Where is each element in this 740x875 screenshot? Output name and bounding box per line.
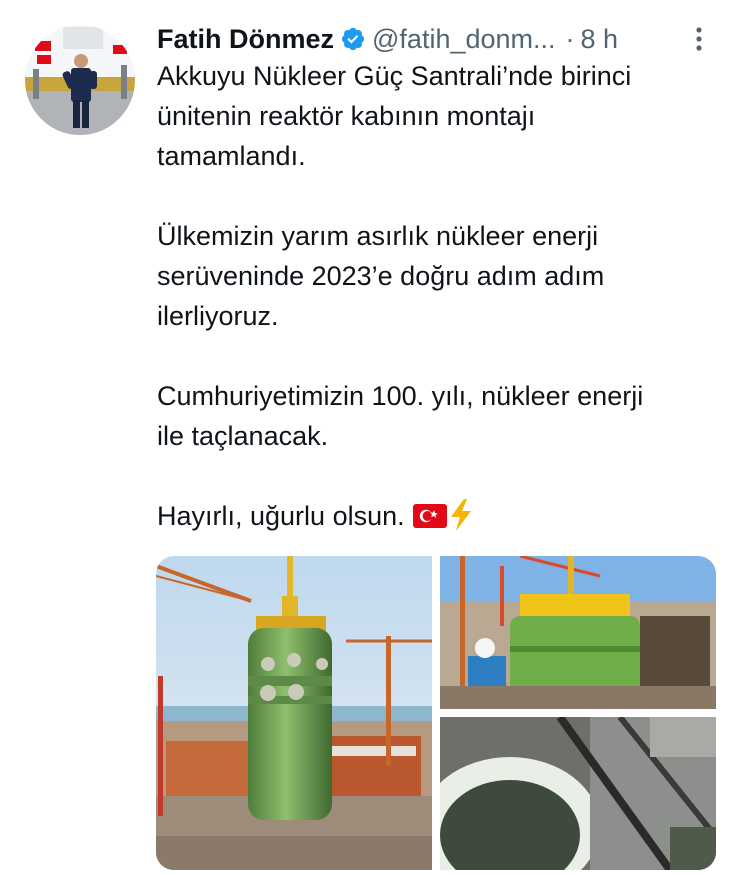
closing-text: Hayırlı, uğurlu olsun. xyxy=(157,501,405,531)
text-line: Cumhuriyetimizin 100. yılı, nükleer ener… xyxy=(157,381,644,411)
avatar[interactable] xyxy=(25,25,135,135)
header-separator: · xyxy=(565,24,575,54)
tweet-paragraph: Ülkemizin yarım asırlık nükleer enerji s… xyxy=(157,216,727,336)
display-name[interactable]: Fatih Dönmez xyxy=(157,22,334,56)
text-line: Akkuyu Nükleer Güç Santrali’nde birinci xyxy=(157,61,632,91)
vessel-interior-photo[interactable] xyxy=(440,717,716,870)
tweet-paragraph: Akkuyu Nükleer Güç Santrali’nde birinci … xyxy=(157,56,727,176)
text-line: tamamlandı. xyxy=(157,141,306,171)
more-options-icon[interactable] xyxy=(692,24,706,54)
turkey-flag-icon xyxy=(412,499,447,528)
user-handle[interactable]: @fatih_donm... xyxy=(372,22,556,56)
tweet[interactable]: Fatih Dönmez @fatih_donm... · 8 h Akkuyu… xyxy=(0,0,740,875)
tweet-text: Akkuyu Nükleer Güç Santrali’nde birinci … xyxy=(157,56,727,536)
high-voltage-icon xyxy=(449,499,473,531)
text-line: ünitenin reaktör kabının montajı xyxy=(157,101,536,131)
text-line: ile taçlanacak. xyxy=(157,421,329,451)
verified-badge-icon xyxy=(340,26,366,52)
text-line: serüveninde 2023’e doğru adım adım xyxy=(157,261,605,291)
reactor-vessel-photo[interactable] xyxy=(156,556,432,870)
tweet-closing-line: Hayırlı, uğurlu olsun. xyxy=(157,496,727,536)
tweet-timestamp[interactable]: 8 h xyxy=(581,22,619,56)
avatar-photo xyxy=(25,25,135,135)
media-grid[interactable] xyxy=(156,556,716,870)
vessel-installation-photo[interactable] xyxy=(440,556,716,709)
text-line: Ülkemizin yarım asırlık nükleer enerji xyxy=(157,221,599,251)
tweet-paragraph: Cumhuriyetimizin 100. yılı, nükleer ener… xyxy=(157,376,727,456)
tweet-header: Fatih Dönmez @fatih_donm... · 8 h xyxy=(157,22,717,56)
text-line: ilerliyoruz. xyxy=(157,301,279,331)
